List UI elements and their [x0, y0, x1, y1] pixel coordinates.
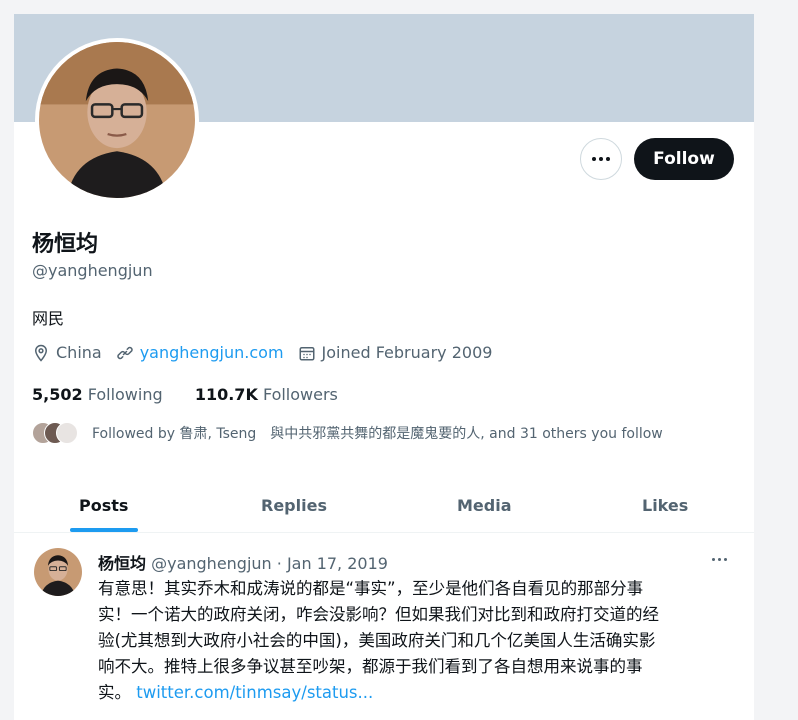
- calendar-icon: [299, 346, 315, 360]
- tweet-header: 杨恒均 @yanghengjun · Jan 17, 2019: [98, 550, 388, 574]
- tweet-line: 响不大。推特上很多争议甚至吵架，都源于我们看到了各自想用来说事的事: [98, 657, 643, 676]
- profile-tabs: Posts Replies Media Likes: [14, 480, 754, 533]
- profile-joined: Joined February 2009: [298, 343, 493, 362]
- more-horizontal-icon: [592, 157, 596, 161]
- profile-location: China: [32, 343, 102, 362]
- avatar-photo: [39, 42, 195, 198]
- profile-avatar[interactable]: [35, 38, 199, 202]
- following-label: Following: [87, 385, 163, 404]
- followers-label: Followers: [262, 385, 338, 404]
- more-horizontal-icon: [712, 558, 715, 561]
- tweet-last-line-prefix: 实。: [98, 683, 131, 702]
- followers-link[interactable]: 110.7K Followers: [195, 385, 338, 404]
- tweet-line: 实。 twitter.com/tinmsay/status...: [98, 680, 734, 706]
- tweet-line: 验(尤其想到大政府小社会的中国)，美国政府关门和几个亿美国人生活确实影: [98, 631, 656, 650]
- tweet-author-name[interactable]: 杨恒均: [98, 554, 146, 573]
- profile-handle: @yanghengjun: [32, 261, 153, 280]
- follow-counts: 5,502 Following 110.7K Followers: [32, 385, 338, 404]
- tweet-line: 有意思！其实乔木和成涛说的都是“事实”，至少是他们各自看见的那部分事: [98, 579, 644, 598]
- joined-text: Joined February 2009: [321, 343, 493, 362]
- tweet-author-avatar[interactable]: [34, 548, 82, 596]
- tab-posts[interactable]: Posts: [79, 480, 128, 532]
- profile-website[interactable]: yanghengjun.com: [116, 343, 284, 362]
- profile-card: Follow 杨恒均 @yanghengjun 网民 China yanghen…: [14, 14, 754, 720]
- followed-by-row[interactable]: Followed by 鲁肃, Tseng 與中共邪黨共舞的都是魔鬼要的人, a…: [32, 422, 663, 444]
- avatar-photo: [34, 548, 82, 596]
- location-pin-icon: [34, 344, 48, 362]
- tab-media[interactable]: Media: [457, 480, 512, 532]
- tab-replies[interactable]: Replies: [261, 480, 327, 532]
- followed-by-avatars: [32, 422, 80, 444]
- followers-count: 110.7K: [194, 385, 258, 404]
- followed-by-text: Followed by 鲁肃, Tseng 與中共邪黨共舞的都是魔鬼要的人, a…: [92, 426, 663, 442]
- tweet-line: 实！一个诺大的政府关闭，咋会没影响？但如果我们对比到和政府打交道的经: [98, 605, 659, 624]
- location-text: China: [56, 343, 102, 362]
- following-link[interactable]: 5,502 Following: [32, 385, 163, 404]
- link-icon: [117, 346, 133, 359]
- following-count: 5,502: [32, 385, 83, 404]
- tweet-meta: @yanghengjun · Jan 17, 2019: [146, 554, 388, 573]
- profile-display-name: 杨恒均: [32, 232, 99, 257]
- follow-button[interactable]: Follow: [634, 138, 734, 180]
- active-tab-indicator: [70, 528, 138, 532]
- tab-likes[interactable]: Likes: [642, 480, 688, 532]
- tweet-more-button[interactable]: [712, 558, 727, 561]
- profile-bio: 网民: [32, 309, 65, 328]
- website-link[interactable]: yanghengjun.com: [140, 343, 284, 362]
- tweet-text: 有意思！其实乔木和成涛说的都是“事实”，至少是他们各自看见的那部分事 实！一个诺…: [98, 576, 734, 706]
- more-options-button[interactable]: [580, 138, 622, 180]
- profile-meta: China yanghengjun.com Joined February 20…: [32, 343, 506, 362]
- tweet-link[interactable]: twitter.com/tinmsay/status...: [136, 683, 373, 702]
